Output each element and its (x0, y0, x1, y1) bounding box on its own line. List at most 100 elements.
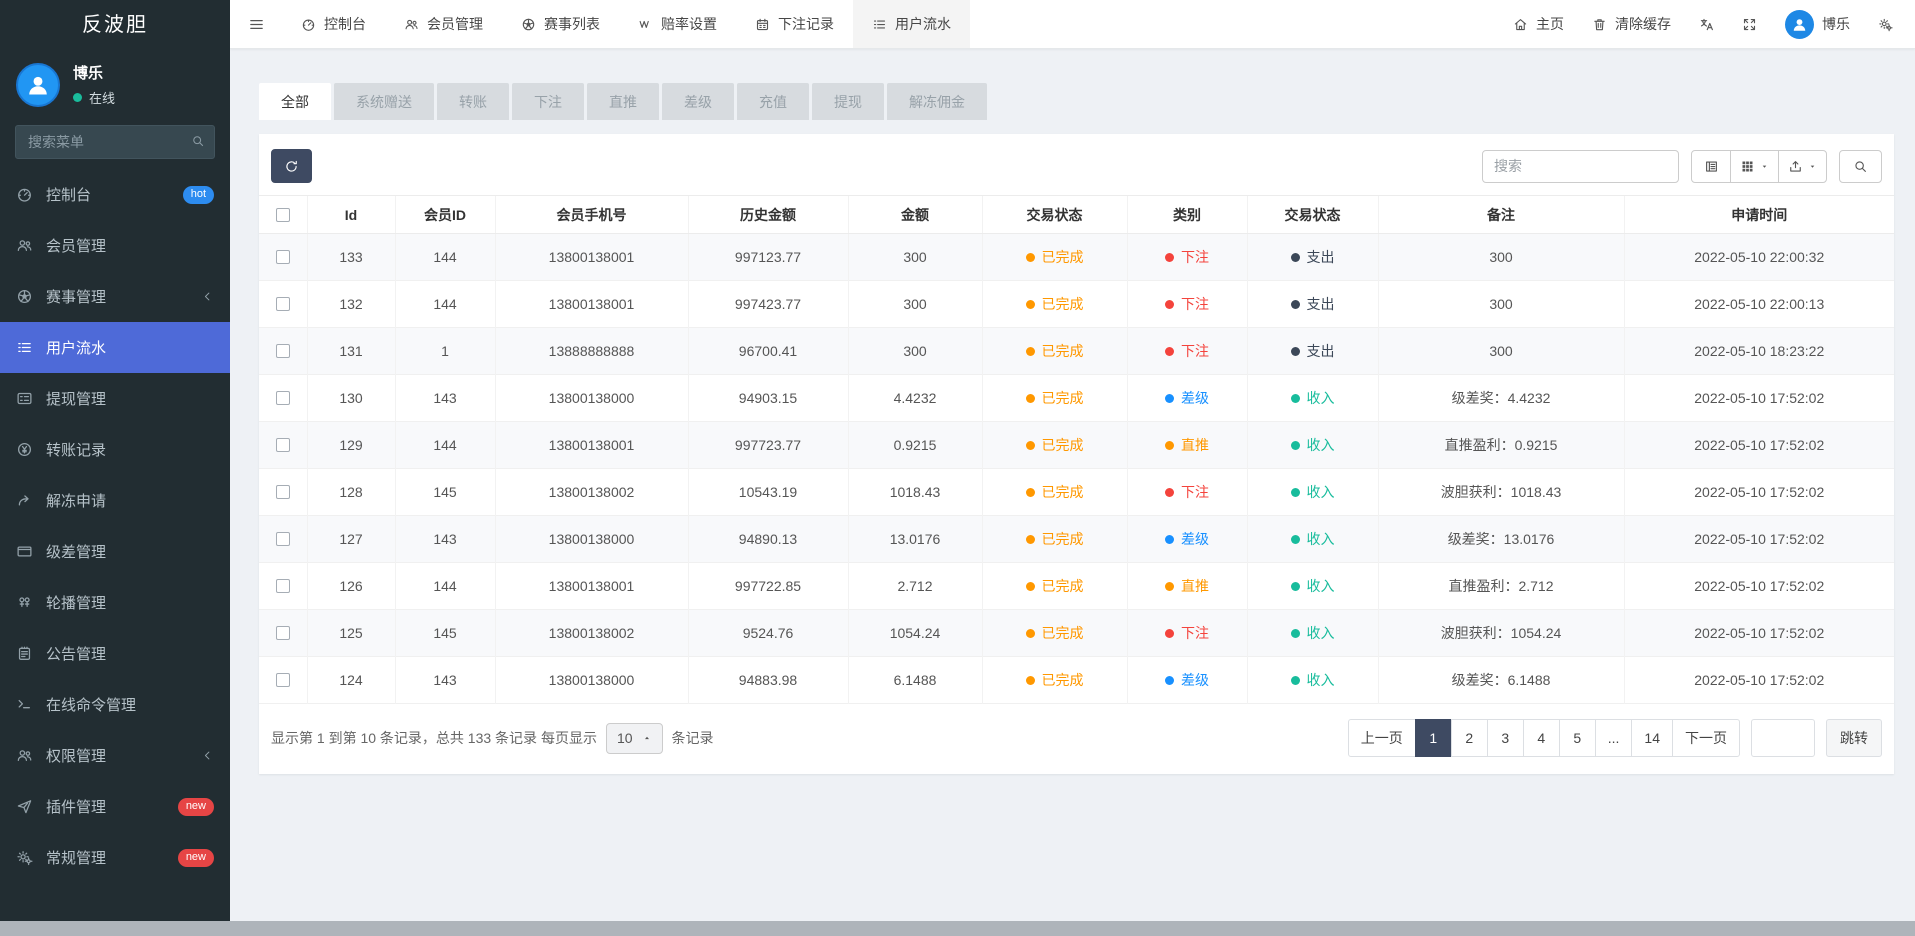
row-checkbox[interactable] (276, 579, 290, 593)
row-checkbox[interactable] (276, 532, 290, 546)
row-checkbox[interactable] (276, 438, 290, 452)
sidebar-item-plugins[interactable]: 插件管理new (0, 781, 230, 832)
sidebar-item-general[interactable]: 常规管理new (0, 832, 230, 883)
status-text: 直推 (1181, 576, 1209, 596)
status-text: 收入 (1307, 623, 1335, 643)
topnav-clear-cache-button[interactable]: 清除缓存 (1578, 0, 1685, 48)
table-search-input[interactable] (1482, 150, 1679, 183)
sidebar-item-online-commands[interactable]: 在线命令管理 (0, 679, 230, 730)
cell-checkbox (259, 469, 307, 516)
flow-badge: 收入 (1291, 576, 1335, 596)
row-checkbox[interactable] (276, 250, 290, 264)
topnav-fullscreen[interactable] (1728, 0, 1771, 48)
select-all-checkbox[interactable] (276, 208, 290, 222)
tab-transfer[interactable]: 转账 (437, 83, 509, 120)
pagination-page-5[interactable]: 5 (1559, 719, 1596, 757)
pagination-next[interactable]: 下一页 (1672, 719, 1740, 757)
row-checkbox[interactable] (276, 297, 290, 311)
cell-checkbox (259, 375, 307, 422)
flow-badge: 收入 (1291, 388, 1335, 408)
status-dot (1026, 488, 1035, 497)
tab-unfreeze-commission[interactable]: 解冻佣金 (887, 83, 987, 120)
topnav-item-match-list[interactable]: 赛事列表 (502, 0, 619, 48)
share-icon (16, 492, 33, 509)
cell-checkbox (259, 234, 307, 281)
topnav-right-label: 主页 (1536, 14, 1564, 34)
user-panel: 博乐 在线 (0, 50, 230, 113)
pagination-ellipsis[interactable]: ... (1595, 719, 1633, 757)
toolbar-detail-view-button[interactable] (1691, 150, 1731, 183)
table-footer: 显示第 1 到第 10 条记录，总共 133 条记录 每页显示 10 条记录 上… (259, 704, 1894, 774)
user-avatar[interactable] (16, 63, 60, 107)
topnav-item-user-flow[interactable]: 用户流水 (853, 0, 970, 48)
sidebar-item-matches[interactable]: 赛事管理 (0, 271, 230, 322)
topnav-translate[interactable] (1685, 0, 1728, 48)
chevron-left-icon (201, 749, 214, 762)
row-checkbox[interactable] (276, 485, 290, 499)
pagination-page-14[interactable]: 14 (1631, 719, 1673, 757)
toolbar-toggle-columns-button[interactable] (1730, 150, 1779, 183)
cell-history-amount: 94883.98 (688, 657, 848, 704)
topnav-item-members[interactable]: 会员管理 (385, 0, 502, 48)
category-badge: 下注 (1165, 482, 1209, 502)
toolbar-export-button[interactable] (1778, 150, 1827, 183)
tab-system-gift[interactable]: 系统赠送 (334, 83, 434, 120)
topnav-home-button[interactable]: 主页 (1499, 0, 1578, 48)
cell-amount: 300 (848, 328, 982, 375)
pagination-page-4[interactable]: 4 (1523, 719, 1560, 757)
cell-status: 已完成 (982, 516, 1127, 563)
horizontal-scrollbar[interactable] (0, 921, 1915, 936)
sidebar-item-level-diff[interactable]: 级差管理 (0, 526, 230, 577)
row-checkbox[interactable] (276, 391, 290, 405)
pagination-page-3[interactable]: 3 (1487, 719, 1524, 757)
cell-status: 已完成 (982, 234, 1127, 281)
topnav-settings[interactable] (1864, 0, 1907, 48)
list-icon (872, 17, 887, 32)
row-checkbox[interactable] (276, 673, 290, 687)
tab-all[interactable]: 全部 (259, 83, 331, 120)
page-jump-button[interactable]: 跳转 (1826, 719, 1882, 757)
sidebar-item-permissions[interactable]: 权限管理 (0, 730, 230, 781)
cell-category: 下注 (1127, 469, 1247, 516)
pagination-page-1[interactable]: 1 (1415, 719, 1452, 757)
cell-id: 129 (307, 422, 395, 469)
sidebar-item-announcements[interactable]: 公告管理 (0, 628, 230, 679)
topnav-item-dashboard[interactable]: 控制台 (282, 0, 385, 48)
sidebar-toggle-button[interactable] (230, 0, 282, 48)
tab-bet[interactable]: 下注 (512, 83, 584, 120)
sidebar-item-dashboard[interactable]: 控制台hot (0, 169, 230, 220)
refresh-button[interactable] (271, 149, 312, 183)
tab-withdraw[interactable]: 提现 (812, 83, 884, 120)
person-icon (25, 72, 51, 98)
column-header-6: 类别 (1127, 196, 1247, 234)
pagination-prev[interactable]: 上一页 (1348, 719, 1416, 757)
sidebar-item-withdrawals[interactable]: 提现管理 (0, 373, 230, 424)
sidebar-item-unfreeze[interactable]: 解冻申请 (0, 475, 230, 526)
sidebar-item-carousel[interactable]: 轮播管理 (0, 577, 230, 628)
cell-id: 124 (307, 657, 395, 704)
sidebar-item-members[interactable]: 会员管理 (0, 220, 230, 271)
status-text: 已完成 (1042, 341, 1084, 361)
advanced-search-button[interactable] (1839, 150, 1882, 183)
page-jump-input[interactable] (1751, 719, 1815, 757)
tab-level-diff[interactable]: 差级 (662, 83, 734, 120)
tab-direct-push[interactable]: 直推 (587, 83, 659, 120)
status-text: 收入 (1307, 435, 1335, 455)
flow-badge: 支出 (1291, 247, 1335, 267)
row-checkbox[interactable] (276, 344, 290, 358)
topnav-user[interactable]: 博乐 (1771, 0, 1864, 48)
topnav-item-odds-settings[interactable]: 赔率设置 (619, 0, 736, 48)
row-checkbox[interactable] (276, 626, 290, 640)
tab-recharge[interactable]: 充值 (737, 83, 809, 120)
filter-tabs: 全部系统赠送转账下注直推差级充值提现解冻佣金 (259, 83, 1894, 120)
pagination-page-2[interactable]: 2 (1451, 719, 1488, 757)
topnav-menu: 控制台会员管理赛事列表赔率设置下注记录用户流水 (282, 0, 970, 48)
page-size-select[interactable]: 10 (606, 723, 663, 754)
sidebar-search-input[interactable] (15, 125, 215, 159)
sidebar-item-user-flow[interactable]: 用户流水 (0, 322, 230, 373)
topnav-item-bet-records[interactable]: 下注记录 (736, 0, 853, 48)
status-text: 已完成 (1042, 529, 1084, 549)
status-dot (1026, 676, 1035, 685)
status-dot (1026, 394, 1035, 403)
sidebar-item-transfers[interactable]: 转账记录 (0, 424, 230, 475)
